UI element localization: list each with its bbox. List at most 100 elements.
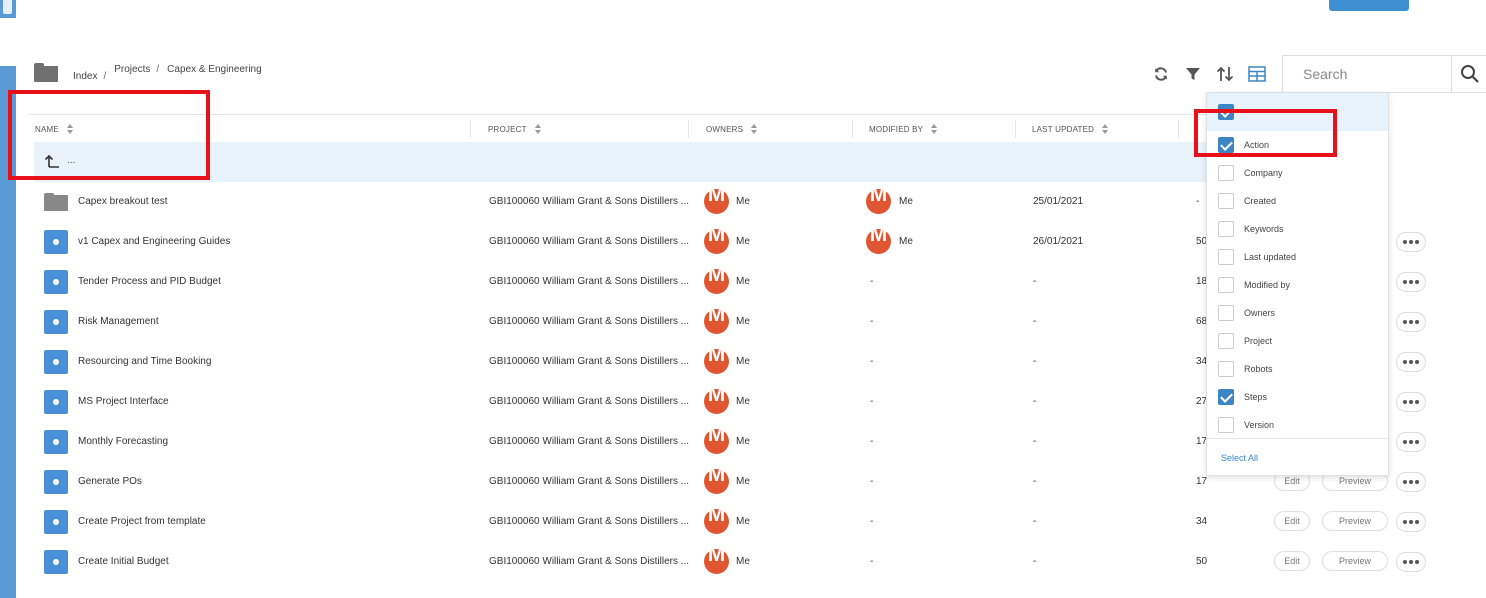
row-owner: Me bbox=[736, 396, 750, 407]
row-steps: 17 bbox=[1196, 476, 1208, 487]
row-project: GBI100060 William Grant & Sons Distiller… bbox=[489, 556, 690, 567]
row-name[interactable]: Monthly Forecasting bbox=[78, 436, 168, 447]
more-options-icon[interactable] bbox=[1396, 272, 1426, 292]
column-option-label: Company bbox=[1244, 168, 1283, 178]
column-header-last-updated[interactable]: LAST UPDATED bbox=[1032, 115, 1109, 143]
checkbox[interactable] bbox=[1218, 361, 1234, 377]
row-name[interactable]: Tender Process and PID Budget bbox=[78, 276, 221, 287]
owner-avatar: M bbox=[704, 229, 729, 254]
primary-action-button[interactable] bbox=[1329, 0, 1409, 11]
process-icon bbox=[44, 270, 68, 294]
column-option-modified-by[interactable]: Modified by bbox=[1218, 276, 1290, 294]
checkbox[interactable] bbox=[1218, 305, 1234, 321]
checkbox[interactable] bbox=[1218, 193, 1234, 209]
row-name[interactable]: Resourcing and Time Booking bbox=[78, 356, 211, 367]
row-modified-by: - bbox=[870, 516, 874, 527]
row-modified-by: - bbox=[870, 316, 874, 327]
row-modified-by: - bbox=[870, 436, 874, 447]
more-options-icon[interactable] bbox=[1396, 512, 1426, 532]
row-name[interactable]: MS Project Interface bbox=[78, 396, 169, 407]
row-name[interactable]: Create Initial Budget bbox=[78, 556, 169, 567]
process-icon bbox=[44, 230, 68, 254]
sort-icon bbox=[534, 124, 541, 134]
more-options-icon[interactable] bbox=[1396, 352, 1426, 372]
column-header-owners[interactable]: OWNERS bbox=[706, 115, 758, 143]
column-option-keywords[interactable]: Keywords bbox=[1218, 220, 1284, 238]
row-name[interactable]: Create Project from template bbox=[78, 516, 206, 527]
row-project: GBI100060 William Grant & Sons Distiller… bbox=[489, 476, 690, 487]
row-owner: Me bbox=[736, 556, 750, 567]
process-icon bbox=[44, 510, 68, 534]
more-options-icon[interactable] bbox=[1396, 552, 1426, 572]
column-option-label: Created bbox=[1244, 196, 1277, 206]
column-option-version[interactable]: Version bbox=[1218, 416, 1274, 434]
column-header-project[interactable]: PROJECT bbox=[488, 115, 541, 143]
select-all-link[interactable]: Select All bbox=[1221, 453, 1258, 463]
sort-icon[interactable] bbox=[1214, 62, 1236, 86]
row-last-updated: 25/01/2021 bbox=[1033, 196, 1084, 207]
row-project: GBI100060 William Grant & Sons Distiller… bbox=[489, 196, 690, 207]
table-row[interactable]: Create Project from template GBI100060 Wi… bbox=[34, 502, 1434, 542]
column-option-label: Version bbox=[1244, 420, 1275, 430]
column-option-label: Owners bbox=[1244, 308, 1276, 318]
checkbox[interactable] bbox=[1218, 333, 1234, 349]
checkbox[interactable] bbox=[1218, 389, 1234, 405]
search-icon[interactable] bbox=[1451, 56, 1486, 92]
row-last-updated: - bbox=[1033, 436, 1037, 447]
breadcrumb-current[interactable]: Capex & Engineering bbox=[167, 64, 262, 75]
column-option-project[interactable]: Project bbox=[1218, 332, 1272, 350]
row-name[interactable]: Generate POs bbox=[78, 476, 142, 487]
column-option-label: Robots bbox=[1244, 364, 1273, 374]
row-project: GBI100060 William Grant & Sons Distiller… bbox=[489, 516, 690, 527]
annotation-box bbox=[8, 90, 210, 180]
more-options-icon[interactable] bbox=[1396, 432, 1426, 452]
more-options-icon[interactable] bbox=[1396, 392, 1426, 412]
row-last-updated: - bbox=[1033, 316, 1037, 327]
row-project: GBI100060 William Grant & Sons Distiller… bbox=[489, 276, 690, 287]
table-row[interactable]: Create Initial Budget GBI100060 William G… bbox=[34, 542, 1434, 582]
more-options-icon[interactable] bbox=[1396, 232, 1426, 252]
row-owner: Me bbox=[736, 276, 750, 287]
checkbox[interactable] bbox=[1218, 417, 1234, 433]
row-name[interactable]: Capex breakout test bbox=[78, 196, 168, 207]
refresh-icon[interactable] bbox=[1150, 62, 1172, 86]
checkbox[interactable] bbox=[1218, 165, 1234, 181]
column-option-owners[interactable]: Owners bbox=[1218, 304, 1275, 322]
column-option-company[interactable]: Company bbox=[1218, 164, 1283, 182]
owner-avatar: M bbox=[704, 189, 729, 214]
preview-button[interactable]: Preview bbox=[1322, 511, 1388, 531]
row-name[interactable]: v1 Capex and Engineering Guides bbox=[78, 236, 230, 247]
column-divider bbox=[688, 120, 689, 138]
row-name[interactable]: Risk Management bbox=[78, 316, 159, 327]
column-option-created[interactable]: Created bbox=[1218, 192, 1276, 210]
breadcrumb-projects[interactable]: Projects bbox=[114, 64, 150, 75]
row-last-updated: - bbox=[1033, 516, 1037, 527]
checkbox[interactable] bbox=[1218, 221, 1234, 237]
more-options-icon[interactable] bbox=[1396, 472, 1426, 492]
breadcrumb: Index / Projects / Capex & Engineering bbox=[34, 62, 262, 82]
modified-by-avatar: M bbox=[866, 189, 891, 214]
column-option-steps[interactable]: Steps bbox=[1218, 388, 1267, 406]
row-owner: Me bbox=[736, 196, 750, 207]
preview-button[interactable]: Preview bbox=[1322, 551, 1388, 571]
edit-button[interactable]: Edit bbox=[1274, 511, 1310, 531]
owner-avatar: M bbox=[704, 309, 729, 334]
row-last-updated: - bbox=[1033, 396, 1037, 407]
column-option-label: Last updated bbox=[1244, 252, 1297, 262]
filter-icon[interactable] bbox=[1182, 62, 1204, 86]
column-header-modified-by[interactable]: MODIFIED BY bbox=[869, 115, 938, 143]
checkbox[interactable] bbox=[1218, 277, 1234, 293]
column-option-robots[interactable]: Robots bbox=[1218, 360, 1273, 378]
owner-avatar: M bbox=[704, 509, 729, 534]
search-box bbox=[1282, 55, 1486, 93]
columns-icon[interactable] bbox=[1246, 62, 1268, 86]
row-last-updated: 26/01/2021 bbox=[1033, 236, 1084, 247]
edit-button[interactable]: Edit bbox=[1274, 551, 1310, 571]
more-options-icon[interactable] bbox=[1396, 312, 1426, 332]
column-option-label: Keywords bbox=[1244, 224, 1284, 234]
column-option-last-updated[interactable]: Last updated bbox=[1218, 248, 1296, 266]
annotation-box bbox=[1194, 109, 1337, 157]
checkbox[interactable] bbox=[1218, 249, 1234, 265]
breadcrumb-index[interactable]: Index bbox=[73, 71, 97, 82]
search-input[interactable] bbox=[1293, 56, 1443, 92]
